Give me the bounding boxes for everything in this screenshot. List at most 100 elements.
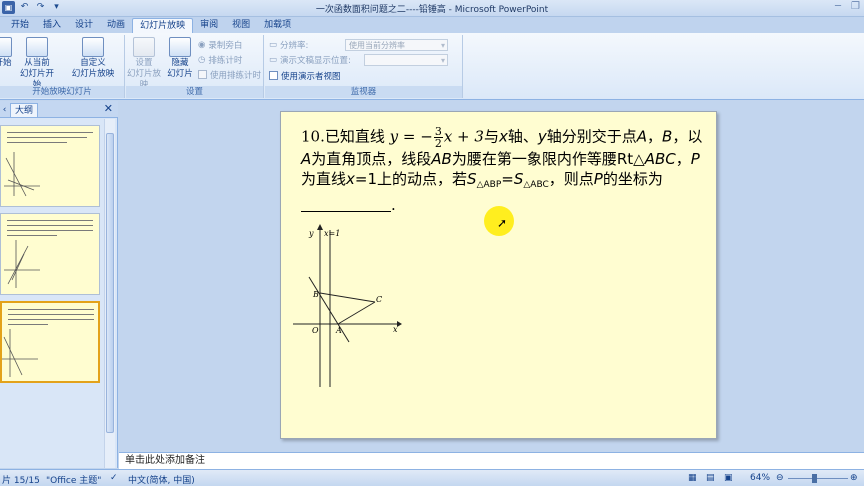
group-label-start: 开始放映幻灯片 [0, 86, 124, 98]
thumb-graph [4, 152, 40, 197]
presenter-view-checkbox[interactable]: 使用演示者视图 [269, 69, 341, 82]
notes-pane[interactable]: 单击此处添加备注 [119, 452, 864, 469]
status-bar: 片 15/15 "Office 主题" ✓ 中文(简体, 中国) ▦ ▤ ▣ 6… [0, 469, 864, 486]
coordinate-graph: y x=1 B C O A x [293, 224, 402, 387]
window-title: 一次函数面积问题之二----铅锤高 - Microsoft PowerPoint [315, 5, 549, 15]
slides-panel: ‹ 大纲 ✕ [0, 101, 118, 468]
tab-design[interactable]: 设计 [68, 18, 100, 33]
custom-show-icon [82, 37, 104, 57]
label-B: B [312, 290, 319, 299]
record-label: 录制旁白 [208, 40, 243, 51]
from-beginning-button[interactable]: 开始 [0, 37, 18, 69]
show-on-dropdown[interactable] [364, 53, 449, 66]
tab-slides[interactable]: ‹ [0, 103, 9, 117]
clock-icon: ◷ [198, 54, 206, 65]
slideshow-icon [0, 37, 12, 57]
zoom-in-icon[interactable]: ⊕ [850, 473, 858, 483]
slide-canvas[interactable]: 10.已知直线 y = −3 2 x + 3与x轴、y轴分别交于点A，B，以A为直角… [280, 111, 717, 439]
setup-label: 设置 [135, 58, 153, 68]
zoom-level[interactable]: 64% [750, 473, 770, 483]
tab-review[interactable]: 审阅 [193, 18, 225, 33]
from-current-label: 从当前 [24, 58, 50, 68]
slide-thumbnail[interactable] [0, 213, 100, 295]
checkbox-icon [269, 71, 278, 80]
restore-icon[interactable]: ❐ [851, 1, 860, 12]
group-setup: 设置 幻灯片放映 隐藏 幻灯片 ◉ 录制旁白 ◷ 排练计时 使用排练计时 设置 [126, 35, 264, 98]
use-timings-label: 使用排练计时 [210, 70, 262, 81]
theme-name: "Office 主题" [46, 476, 102, 486]
label-x: x [393, 325, 398, 334]
slide-counter: 片 15/15 [2, 476, 40, 486]
thumb-graph [2, 329, 38, 377]
hide-label-2: 幻灯片 [167, 69, 193, 79]
hide-slide-icon [169, 37, 191, 57]
spellcheck-icon[interactable]: ✓ [110, 473, 118, 483]
slide-sorter-icon[interactable]: ▤ [706, 473, 715, 483]
panel-tabs: ‹ 大纲 ✕ [0, 101, 118, 118]
label-x1: x=1 [324, 229, 340, 238]
ribbon: 开始 从当前 幻灯片开始 自定义 幻灯片放映 开始放映幻灯片 设置 幻灯片放映 … [0, 33, 864, 100]
label-O: O [312, 326, 319, 335]
tab-outline[interactable]: 大纲 [10, 103, 39, 117]
title-bar: ▣ ↶ ↷ ▾ 一次函数面积问题之二----铅锤高 - Microsoft Po… [0, 0, 864, 17]
use-timings-checkbox[interactable]: 使用排练计时 [198, 68, 261, 81]
tab-addins[interactable]: 加载项 [257, 18, 298, 33]
language-indicator[interactable]: 中文(简体, 中国) [128, 473, 195, 486]
thumbnail-scrollbar[interactable] [104, 119, 115, 468]
custom-label-2: 幻灯片放映 [71, 69, 115, 79]
custom-show-button[interactable]: 自定义 幻灯片放映 [65, 37, 121, 80]
setup-icon [133, 37, 155, 57]
normal-view-icon[interactable]: ▦ [688, 473, 697, 483]
hide-slide-button[interactable]: 隐藏 幻灯片 [162, 37, 198, 80]
presenter-view-label: 使用演示者视图 [281, 71, 341, 82]
slide-editing-area: 10.已知直线 y = −3 2 x + 3与x轴、y轴分别交于点A，B，以A为直角… [119, 101, 864, 452]
rehearse-timings-button[interactable]: ◷ 排练计时 [198, 53, 242, 66]
setup-slideshow-button[interactable]: 设置 幻灯片放映 [126, 37, 162, 91]
show-on-label: 演示文稿显示位置: [280, 55, 351, 66]
from-beginning-label: 开始 [0, 58, 12, 68]
label-C: C [376, 295, 382, 304]
answer-blank [301, 198, 391, 212]
tab-home[interactable]: 开始 [4, 18, 36, 33]
from-current-button[interactable]: 从当前 幻灯片开始 [17, 37, 57, 91]
x-axis-arrow [397, 321, 402, 327]
resolution-label: 分辨率: [280, 40, 309, 51]
segment-AC [337, 301, 376, 325]
slide-thumbnail[interactable] [0, 125, 100, 207]
group-monitors: ▭ 分辨率: 使用当前分辨率 ▭ 演示文稿显示位置: 使用演示者视图 监视器 [265, 35, 463, 98]
reading-view-icon[interactable]: ▣ [724, 473, 733, 483]
custom-label: 自定义 [80, 58, 106, 68]
window-controls: ─ ❐ [835, 1, 860, 12]
monitor-icon: ▭ [269, 54, 278, 65]
tab-insert[interactable]: 插入 [36, 18, 68, 33]
label-A: A [335, 326, 342, 335]
minimize-icon[interactable]: ─ [835, 1, 841, 12]
tab-view[interactable]: 视图 [225, 18, 257, 33]
ribbon-tabs: 开始 插入 设计 动画 幻灯片放映 审阅 视图 加载项 [0, 17, 864, 33]
group-label-setup: 设置 [126, 86, 263, 98]
rehearse-label: 排练计时 [208, 55, 243, 66]
label-y: y [308, 229, 314, 238]
record-narration-button[interactable]: ◉ 录制旁白 [198, 38, 242, 51]
hide-label: 隐藏 [171, 58, 189, 68]
resolution-icon: ▭ [269, 39, 278, 50]
tab-slideshow[interactable]: 幻灯片放映 [132, 18, 194, 33]
zoom-slider-knob[interactable] [812, 474, 817, 483]
checkbox-icon [198, 70, 207, 79]
slideshow-current-icon [26, 37, 48, 57]
question-text: 10.已知直线 y = −3 2 x + 3与x轴、y轴分别交于点A，B，以A为直角… [301, 125, 703, 214]
zoom-out-icon[interactable]: ⊖ [776, 473, 784, 483]
show-on-row: ▭ 演示文稿显示位置: [269, 53, 449, 66]
resolution-row: ▭ 分辨率: 使用当前分辨率 [269, 38, 449, 51]
group-start-slideshow: 开始 从当前 幻灯片开始 自定义 幻灯片放映 开始放映幻灯片 [0, 35, 125, 98]
close-icon[interactable]: ✕ [104, 102, 113, 115]
tab-animation[interactable]: 动画 [100, 18, 132, 33]
zoom-slider[interactable] [788, 478, 848, 479]
group-label-monitors: 监视器 [265, 86, 462, 98]
segment-BC [319, 292, 376, 303]
scrollbar-thumb[interactable] [106, 133, 114, 433]
resolution-dropdown[interactable]: 使用当前分辨率 [345, 38, 449, 51]
mouse-pointer-icon: ➚ [497, 216, 508, 230]
notes-placeholder: 单击此处添加备注 [125, 455, 205, 466]
slide-thumbnail-selected[interactable] [0, 301, 100, 383]
